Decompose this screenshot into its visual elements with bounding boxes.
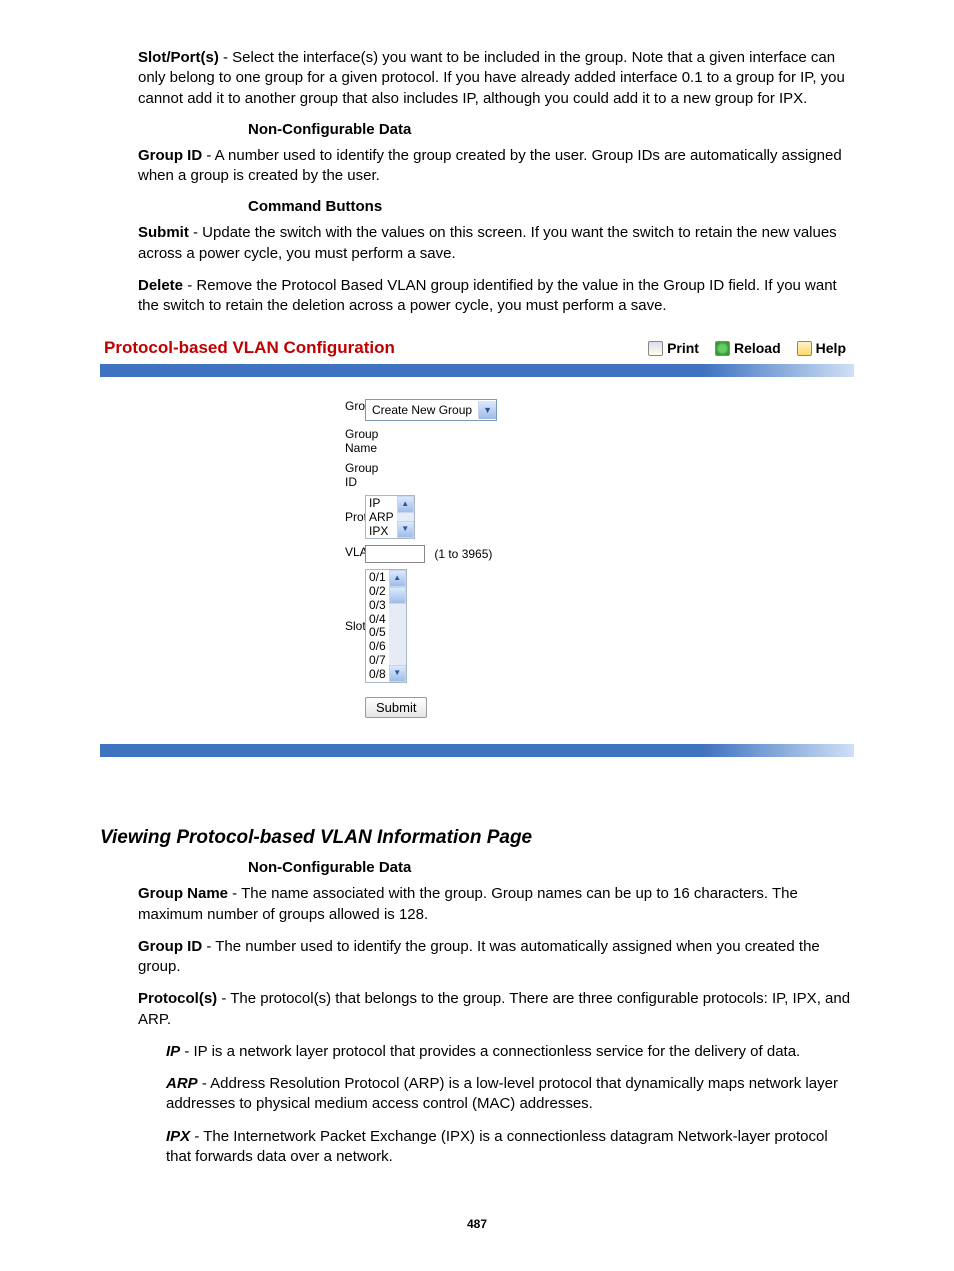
para-ipx: IPX - The Internetwork Packet Exchange (… <box>166 1127 854 1168</box>
config-panel: Protocol-based VLAN Configuration Print … <box>100 334 854 757</box>
slotport-opt[interactable]: 0/8 <box>369 668 386 682</box>
slotport-listbox[interactable]: 0/1 0/2 0/3 0/4 0/5 0/6 0/7 0/8 ▲ <box>365 569 407 683</box>
term-ip: IP <box>166 1043 180 1060</box>
text-delete: - Remove the Protocol Based VLAN group i… <box>138 277 837 314</box>
scroll-up-icon[interactable]: ▲ <box>389 570 406 587</box>
protocols-listbox[interactable]: IP ARP IPX ▲ ▼ <box>365 495 415 539</box>
panel-header: Protocol-based VLAN Configuration Print … <box>100 334 854 364</box>
para-protocols2: Protocol(s) - The protocol(s) that belon… <box>138 989 854 1030</box>
protocols-scrollbar[interactable]: ▲ ▼ <box>397 496 414 538</box>
submit-button[interactable]: Submit <box>365 697 427 718</box>
heading-cmdbuttons: Command Buttons <box>248 198 854 215</box>
protocol-opt[interactable]: ARP <box>369 511 394 525</box>
slotport-opt[interactable]: 0/6 <box>369 640 386 654</box>
row-slotport: Slot/Port 0/1 0/2 0/3 0/4 0/5 0/6 0/7 0/… <box>100 569 854 683</box>
para-delete: Delete - Remove the Protocol Based VLAN … <box>138 276 854 317</box>
term-groupname2: Group Name <box>138 885 228 902</box>
text-groupname2: - The name associated with the group. Gr… <box>138 885 798 922</box>
top-block: Slot/Port(s) - Select the interface(s) y… <box>138 48 854 316</box>
text-ipx: - The Internetwork Packet Exchange (IPX)… <box>166 1128 828 1165</box>
print-label: Print <box>667 340 699 356</box>
protocol-opt[interactable]: IP <box>369 497 394 511</box>
text-groupid2: - The number used to identify the group.… <box>138 938 820 975</box>
form-area: Group Create New Group ▼ Group Name Grou… <box>100 377 854 734</box>
text-slotport: - Select the interface(s) you want to be… <box>138 49 845 107</box>
para-ip: IP - IP is a network layer protocol that… <box>166 1042 854 1062</box>
chevron-down-icon: ▼ <box>478 401 496 419</box>
slotport-opt[interactable]: 0/7 <box>369 654 386 668</box>
row-submit: Submit <box>100 697 854 718</box>
scroll-up-icon[interactable]: ▲ <box>397 496 414 513</box>
protocols-options: IP ARP IPX <box>366 496 397 538</box>
label-slotport: Slot/Port <box>100 619 365 633</box>
label-vlan: VLAN <box>100 545 365 559</box>
term-ipx: IPX <box>166 1128 190 1145</box>
heading-nonconfig: Non-Configurable Data <box>248 121 854 138</box>
term-protocols2: Protocol(s) <box>138 990 217 1007</box>
term-delete: Delete <box>138 277 183 294</box>
label-groupid: Group ID <box>100 461 365 489</box>
blue-bar-top <box>100 364 854 377</box>
term-groupid: Group ID <box>138 147 202 164</box>
scroll-down-icon[interactable]: ▼ <box>389 665 406 682</box>
row-groupname: Group Name <box>100 427 854 455</box>
para-slotport: Slot/Port(s) - Select the interface(s) y… <box>138 48 854 109</box>
text-protocols2: - The protocol(s) that belongs to the gr… <box>138 990 850 1027</box>
scroll-thumb[interactable] <box>389 587 406 604</box>
document-page: Slot/Port(s) - Select the interface(s) y… <box>0 0 954 1271</box>
para-submit: Submit - Update the switch with the valu… <box>138 223 854 264</box>
help-link[interactable]: Help <box>797 340 846 356</box>
para-groupname2: Group Name - The name associated with th… <box>138 884 854 925</box>
label-groupname: Group Name <box>100 427 365 455</box>
text-ip: - IP is a network layer protocol that pr… <box>180 1043 800 1060</box>
para-arp: ARP - Address Resolution Protocol (ARP) … <box>166 1074 854 1115</box>
scroll-track[interactable] <box>389 604 406 665</box>
text-submit: - Update the switch with the values on t… <box>138 224 837 261</box>
slotport-opt[interactable]: 0/1 <box>369 571 386 585</box>
reload-link[interactable]: Reload <box>715 340 781 356</box>
panel-title: Protocol-based VLAN Configuration <box>104 338 632 358</box>
slotport-opt[interactable]: 0/3 <box>369 599 386 613</box>
row-vlan: VLAN (1 to 3965) <box>100 545 854 563</box>
slotport-opt[interactable]: 0/5 <box>369 626 386 640</box>
para-groupid: Group ID - A number used to identify the… <box>138 146 854 187</box>
label-group: Group <box>100 399 365 413</box>
section-title: Viewing Protocol-based VLAN Information … <box>100 827 854 849</box>
blue-bar-bottom <box>100 744 854 757</box>
row-groupid: Group ID <box>100 461 854 489</box>
bottom-block: Non-Configurable Data Group Name - The n… <box>138 859 854 1167</box>
group-select-value: Create New Group <box>366 403 478 417</box>
reload-icon <box>715 341 730 356</box>
text-groupid: - A number used to identify the group cr… <box>138 147 842 184</box>
print-link[interactable]: Print <box>648 340 699 356</box>
text-arp: - Address Resolution Protocol (ARP) is a… <box>166 1075 838 1112</box>
para-groupid2: Group ID - The number used to identify t… <box>138 937 854 978</box>
reload-label: Reload <box>734 340 781 356</box>
help-icon <box>797 341 812 356</box>
help-label: Help <box>816 340 846 356</box>
slotport-options: 0/1 0/2 0/3 0/4 0/5 0/6 0/7 0/8 <box>366 570 389 682</box>
row-group: Group Create New Group ▼ <box>100 399 854 421</box>
label-protocols: Protocols <box>100 510 365 524</box>
row-protocols: Protocols IP ARP IPX ▲ ▼ <box>100 495 854 539</box>
vlan-hint: (1 to 3965) <box>434 547 492 561</box>
term-arp: ARP <box>166 1075 198 1092</box>
slotport-opt[interactable]: 0/2 <box>369 585 386 599</box>
term-slotport: Slot/Port(s) <box>138 49 219 66</box>
scroll-track[interactable] <box>397 513 414 521</box>
vlan-input[interactable] <box>365 545 425 563</box>
term-submit: Submit <box>138 224 189 241</box>
slotport-scrollbar[interactable]: ▲ ▼ <box>389 570 406 682</box>
group-select[interactable]: Create New Group ▼ <box>365 399 497 421</box>
protocol-opt[interactable]: IPX <box>369 525 394 539</box>
heading-nonconfig2: Non-Configurable Data <box>248 859 854 876</box>
print-icon <box>648 341 663 356</box>
slotport-opt[interactable]: 0/4 <box>369 613 386 627</box>
page-number: 487 <box>100 1217 854 1231</box>
scroll-down-icon[interactable]: ▼ <box>397 521 414 538</box>
term-groupid2: Group ID <box>138 938 202 955</box>
